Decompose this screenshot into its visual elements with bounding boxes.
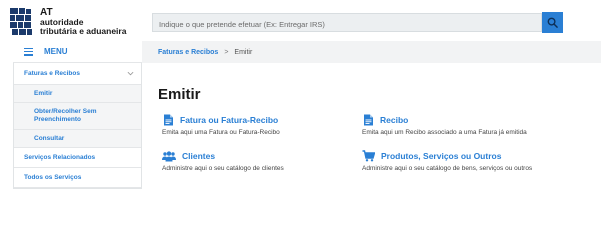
cart-icon xyxy=(362,150,375,162)
at-logo[interactable]: AT autoridade tributária e aduaneira xyxy=(10,8,140,36)
top-header: AT autoridade tributária e aduaneira xyxy=(0,0,601,41)
card-title: Clientes xyxy=(182,151,216,161)
sidebar-item-label: Consultar xyxy=(34,135,65,142)
sidebar-item-label: Todos os Serviços xyxy=(24,174,82,181)
chevron-down-icon xyxy=(127,71,134,76)
hamburger-icon xyxy=(24,47,33,56)
page-title: Emitir xyxy=(158,86,201,103)
card-fatura: Fatura ou Fatura-Recibo Emita aqui uma F… xyxy=(162,114,362,136)
menu-toggle[interactable]: MENU xyxy=(13,41,142,63)
card-description: Emita aqui uma Fatura ou Fatura-Recibo xyxy=(162,129,280,136)
sidebar-subitem-obter-recolher[interactable]: Obter/Recolher Sem Preenchimento xyxy=(14,103,141,130)
card-fatura-link[interactable]: Fatura ou Fatura-Recibo xyxy=(162,114,362,126)
card-recibo: Recibo Emita aqui um Recibo associado a … xyxy=(362,114,592,136)
document-icon xyxy=(162,114,174,126)
at-logo-mark-icon xyxy=(10,8,32,35)
sidebar-subitem-consultar[interactable]: Consultar xyxy=(14,130,141,148)
search-box xyxy=(152,13,542,33)
card-clientes: Clientes Administre aqui o seu catálogo … xyxy=(162,150,362,172)
sidebar-item-servicos-relacionados[interactable]: Serviços Relacionados xyxy=(14,148,141,168)
card-title: Produtos, Serviços ou Outros xyxy=(381,151,502,161)
card-produtos-link[interactable]: Produtos, Serviços ou Outros xyxy=(362,150,592,162)
card-recibo-link[interactable]: Recibo xyxy=(362,114,592,126)
search-icon xyxy=(547,17,558,28)
sidebar-subitem-emitir[interactable]: Emitir xyxy=(14,85,141,103)
sidebar-item-todos-os-servicos[interactable]: Todos os Serviços xyxy=(14,168,141,188)
breadcrumb-separator: > xyxy=(224,48,229,56)
card-title: Recibo xyxy=(380,115,409,125)
sidebar-item-label: Obter/Recolher Sem Preenchimento xyxy=(34,108,97,123)
search-button[interactable] xyxy=(542,12,563,33)
sidebar-item-label: Serviços Relacionados xyxy=(24,154,96,161)
sidebar-item-label: Faturas e Recibos xyxy=(24,70,80,77)
card-description: Emita aqui um Recibo associado a uma Fat… xyxy=(362,129,527,136)
card-produtos: Produtos, Serviços ou Outros Administre … xyxy=(362,150,592,172)
breadcrumb-current: Emitir xyxy=(234,48,253,56)
breadcrumb-parent-link[interactable]: Faturas e Recibos xyxy=(158,49,218,56)
card-title: Fatura ou Fatura-Recibo xyxy=(180,115,279,125)
card-clientes-link[interactable]: Clientes xyxy=(162,150,362,162)
sidebar-item-label: Emitir xyxy=(34,90,53,97)
sidebar: Faturas e Recibos Emitir Obter/Recolher … xyxy=(13,63,142,189)
search-input[interactable] xyxy=(153,16,541,33)
card-description: Administre aqui o seu catálogo de bens, … xyxy=(362,165,533,172)
card-description: Administre aqui o seu catálogo de client… xyxy=(162,165,284,172)
users-icon xyxy=(162,150,176,162)
logo-line-3: tributária e aduaneira xyxy=(40,26,127,36)
document-icon xyxy=(362,114,374,126)
breadcrumb: Faturas e Recibos > Emitir xyxy=(142,41,601,63)
sidebar-item-faturas-e-recibos[interactable]: Faturas e Recibos xyxy=(14,63,141,85)
menu-label: MENU xyxy=(44,47,68,56)
logo-text: AT autoridade tributária e aduaneira xyxy=(40,8,140,36)
